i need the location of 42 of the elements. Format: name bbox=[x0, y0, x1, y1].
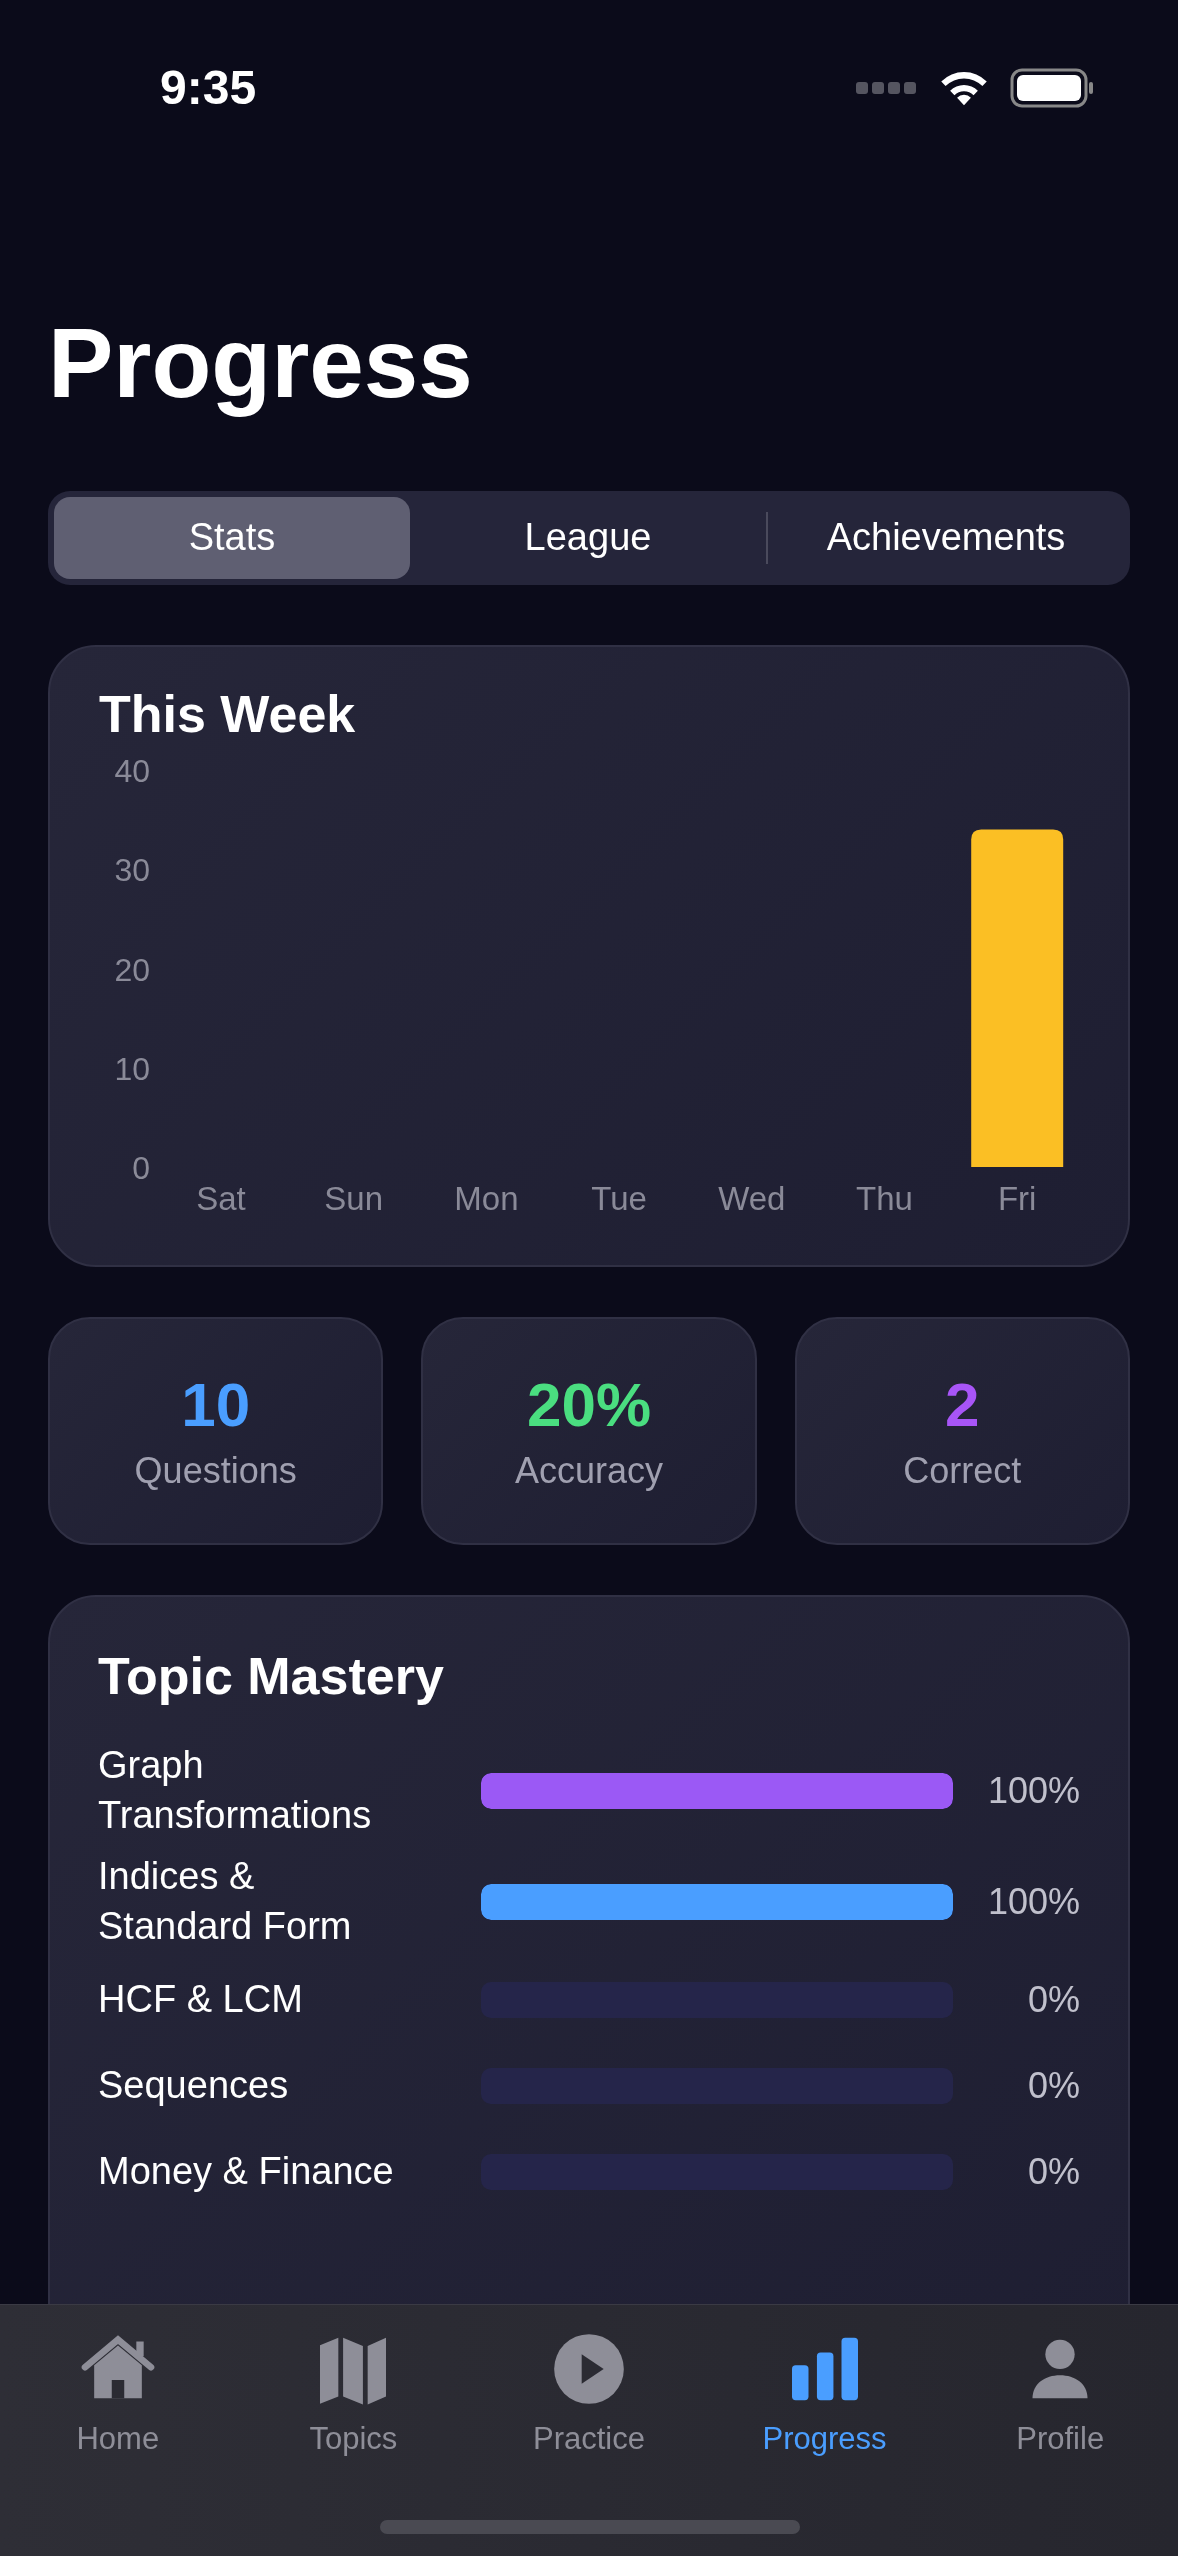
signal-icon bbox=[856, 81, 918, 94]
stat-value: 10 bbox=[181, 1369, 251, 1441]
stat-label: Accuracy bbox=[514, 1450, 663, 1493]
axis-label: 20 bbox=[114, 951, 150, 988]
axis-label: Mon bbox=[454, 1180, 519, 1217]
topic-percent: 0% bbox=[1026, 2064, 1080, 2107]
topic-percent: 0% bbox=[1026, 2150, 1080, 2193]
segment-tab[interactable]: League bbox=[410, 496, 766, 579]
topic-name: HCF & LCM bbox=[98, 1977, 304, 2023]
status-time: 9:35 bbox=[160, 60, 257, 115]
topic-name: Sequences bbox=[98, 2063, 290, 2109]
axis-label: Wed bbox=[718, 1180, 786, 1217]
tab-bar-item[interactable]: Profile bbox=[942, 2325, 1178, 2475]
stat-label: Questions bbox=[134, 1450, 297, 1493]
axis-label: Tue bbox=[591, 1180, 647, 1217]
tab-bar-item[interactable]: Home bbox=[0, 2325, 236, 2475]
tab-bar-item[interactable]: Practice bbox=[471, 2325, 707, 2475]
axis-label: 30 bbox=[114, 852, 150, 889]
card-title: Topic Mastery bbox=[98, 1646, 445, 1707]
topic-percent: 100% bbox=[986, 1880, 1080, 1923]
axis-label: Thu bbox=[856, 1180, 913, 1217]
stat-value: 20% bbox=[526, 1369, 652, 1441]
axis-label: Sat bbox=[196, 1180, 246, 1217]
topic-name: Indices & Standard Form bbox=[98, 1854, 353, 1949]
battery-icon bbox=[1010, 67, 1094, 108]
tab-bar-item[interactable]: Topics bbox=[235, 2325, 472, 2475]
topic-name: Money & Finance bbox=[98, 2149, 395, 2195]
page-title: Progress bbox=[48, 307, 473, 420]
axis-label: 40 bbox=[114, 753, 150, 789]
segment-tab[interactable]: Stats bbox=[54, 496, 410, 579]
tab-bar-item[interactable]: Progress bbox=[706, 2325, 943, 2475]
segment-tab[interactable]: Achievements bbox=[768, 496, 1124, 579]
topic-name: Graph Transformations bbox=[98, 1743, 373, 1838]
axis-label: Sun bbox=[324, 1180, 384, 1217]
topic-percent: 100% bbox=[986, 1769, 1080, 1812]
card-title: This Week bbox=[99, 683, 357, 745]
axis-label: 10 bbox=[114, 1050, 150, 1087]
axis-label: 0 bbox=[132, 1150, 150, 1186]
axis-label: Fri bbox=[997, 1180, 1037, 1217]
topic-percent: 0% bbox=[1026, 1978, 1080, 2021]
stat-value: 2 bbox=[945, 1369, 980, 1441]
stat-label: Correct bbox=[903, 1450, 1022, 1493]
